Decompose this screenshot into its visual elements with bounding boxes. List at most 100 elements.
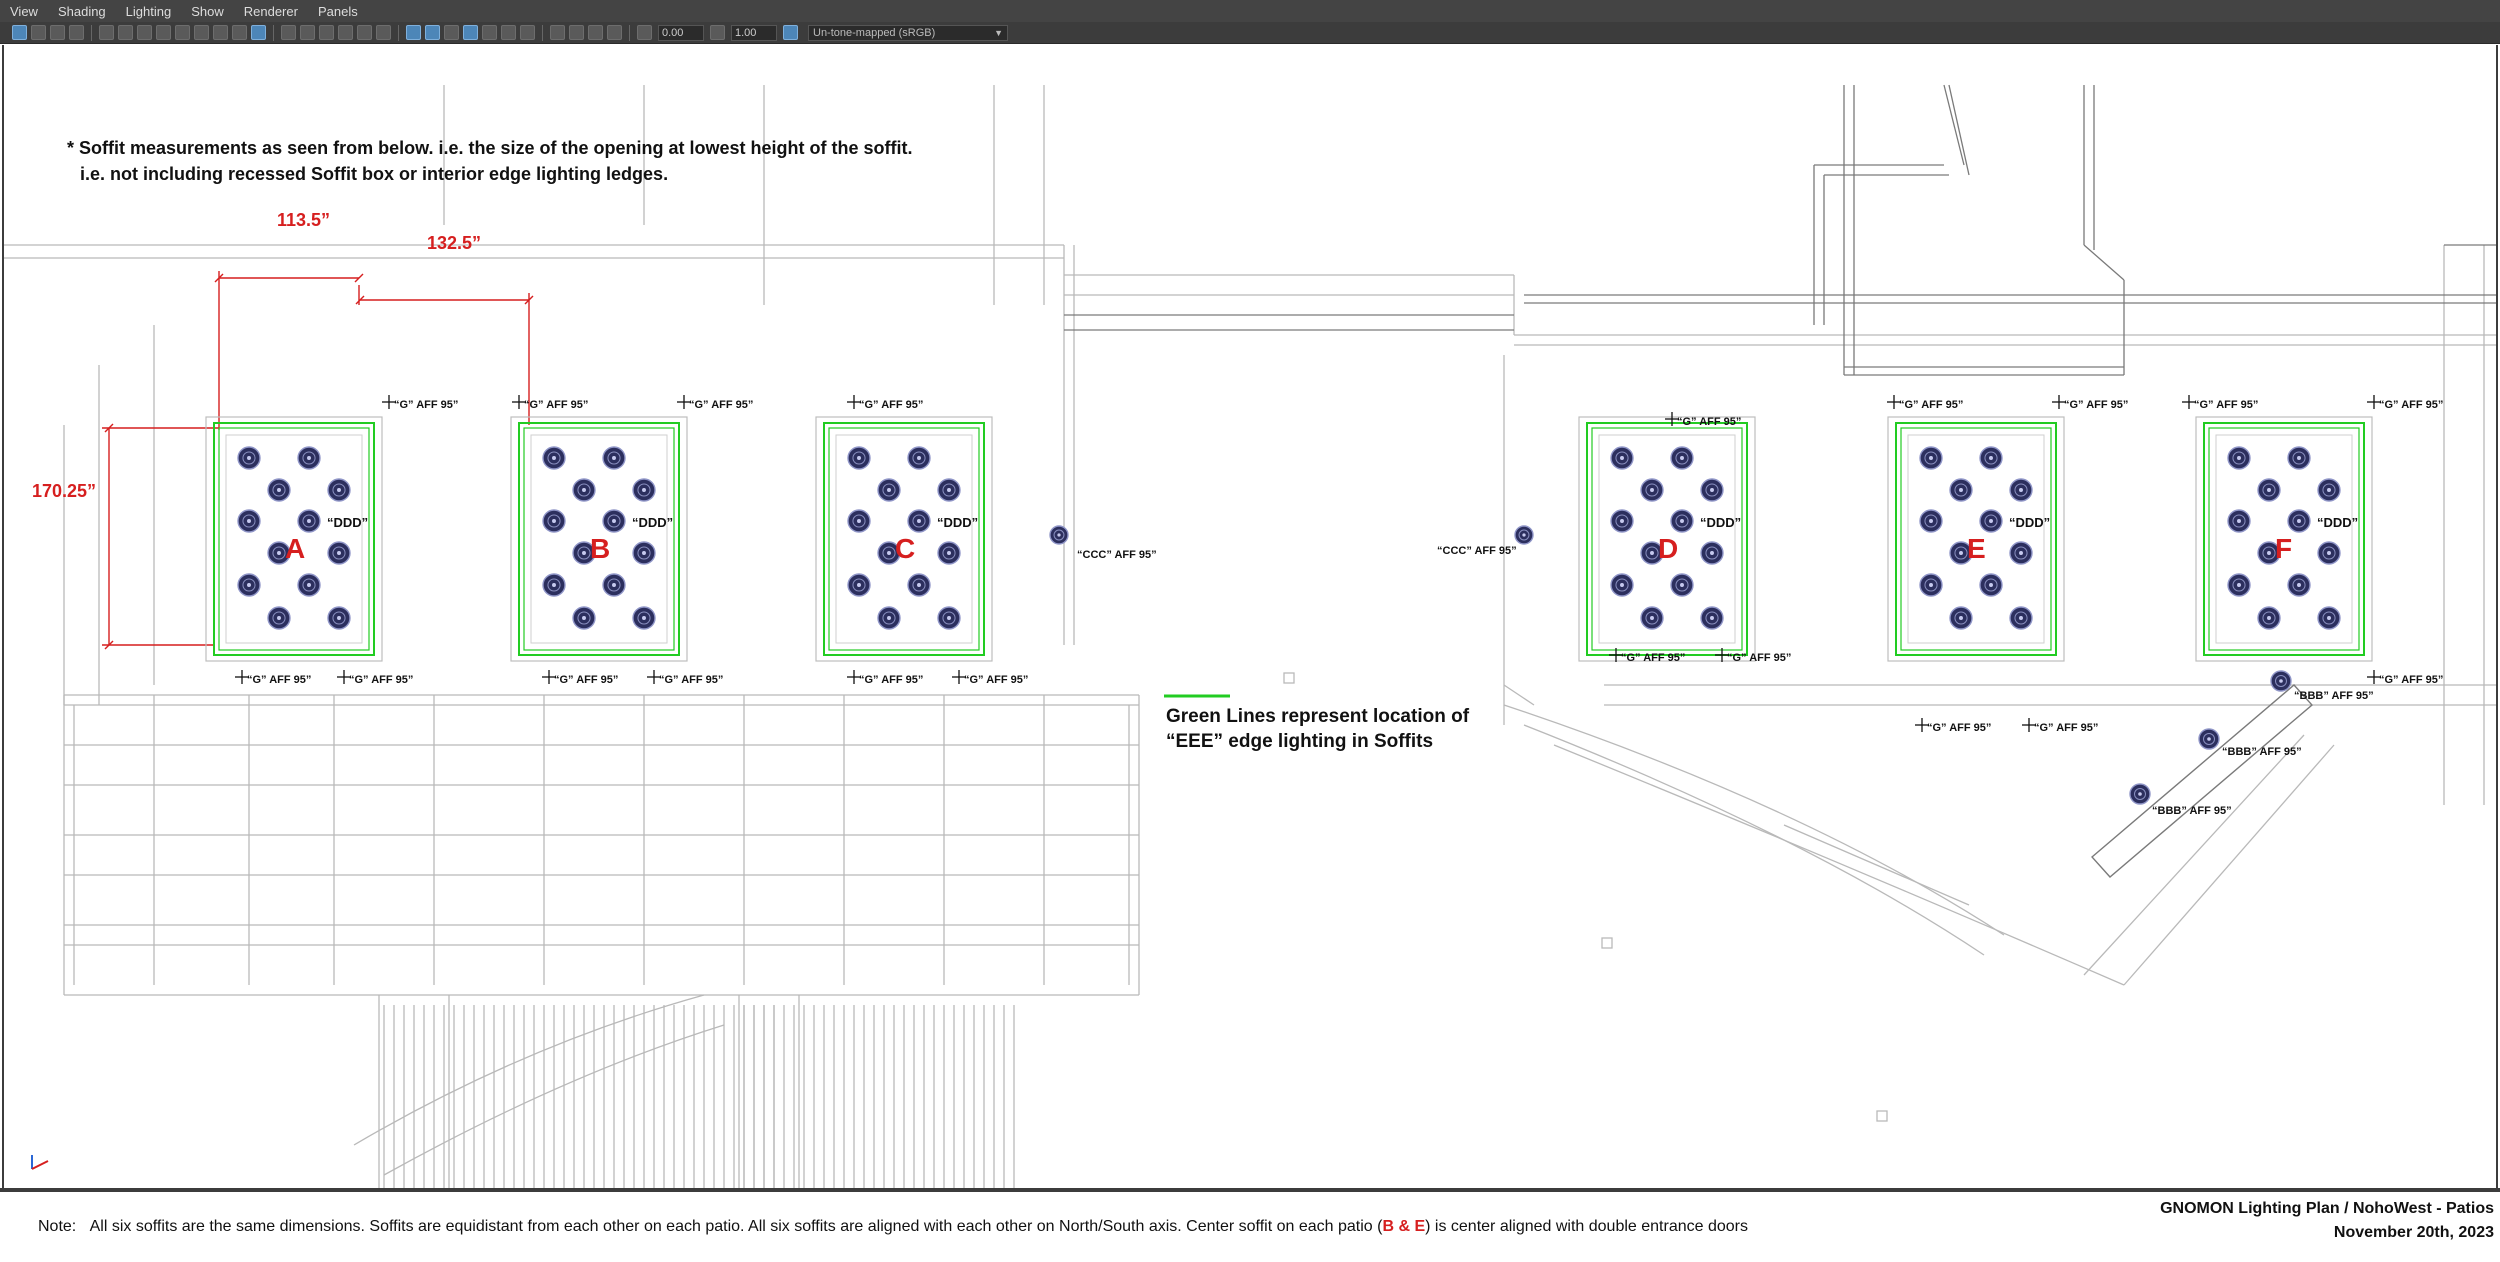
- light-fixture-icon: [2009, 606, 2033, 630]
- light-fixture-icon: [1610, 509, 1634, 533]
- color-management-icon[interactable]: [783, 25, 798, 40]
- light-fixture-icon: [2009, 478, 2033, 502]
- light-fixture-icon: [632, 606, 656, 630]
- g-fixture-label: “G” AFF 95”: [659, 674, 724, 686]
- soffit-letter: D: [1658, 533, 1679, 564]
- g-fixture-label: “G” AFF 95”: [394, 399, 459, 411]
- menu-shading[interactable]: Shading: [48, 4, 116, 19]
- light-fixture-icon: [327, 606, 351, 630]
- depth-of-field-icon[interactable]: [588, 25, 603, 40]
- dimension-width-label: 113.5”: [277, 210, 331, 230]
- light-fixture-icon: [937, 606, 961, 630]
- menu-lighting[interactable]: Lighting: [116, 4, 182, 19]
- soffit-letter: F: [2275, 533, 2293, 564]
- ddd-fixture-label: “DDD”: [2009, 515, 2051, 530]
- menu-show[interactable]: Show: [181, 4, 234, 19]
- light-fixture-icon: [1919, 446, 1943, 470]
- textured-icon[interactable]: [338, 25, 353, 40]
- use-lights-icon[interactable]: [357, 25, 372, 40]
- g-fixture-label: “G” AFF 95”: [2064, 399, 2129, 411]
- light-fixture-icon: [907, 509, 931, 533]
- ddd-fixture-label: “DDD”: [937, 515, 979, 530]
- ccc-fixture-label: “CCC” AFF 95”: [1077, 549, 1157, 561]
- gamma-icon[interactable]: [710, 25, 725, 40]
- wireframe-toggle-icon[interactable]: [406, 25, 421, 40]
- exposure-icon[interactable]: [637, 25, 652, 40]
- bbb-fixture-label: “BBB” AFF 95”: [2294, 690, 2374, 702]
- image-plane-icon[interactable]: [69, 25, 84, 40]
- gate-mask-icon[interactable]: [156, 25, 171, 40]
- light-fixture-icon: [542, 509, 566, 533]
- light-fixture-icon: [1949, 478, 1973, 502]
- light-fixture-icon: [1700, 606, 1724, 630]
- light-fixture-icon: [632, 541, 656, 565]
- soffit-letter: A: [285, 533, 306, 564]
- bookmark-icon[interactable]: [50, 25, 65, 40]
- gamma-field[interactable]: 1.00: [731, 24, 777, 41]
- light-fixture-icon: [237, 509, 261, 533]
- g-fixture-label: “G” AFF 95”: [554, 674, 619, 686]
- wireframe-on-shaded-icon[interactable]: [319, 25, 334, 40]
- soffit-letter: C: [895, 533, 916, 564]
- exposure-field[interactable]: 0.00: [658, 24, 704, 41]
- light-fixture-icon: [847, 573, 871, 597]
- ddd-fixture-label: “DDD”: [327, 515, 369, 530]
- film-gate-icon[interactable]: [118, 25, 133, 40]
- light-fixture-icon: [2287, 509, 2311, 533]
- viewport-panel[interactable]: * Soffit measurements as seen from below…: [2, 45, 2498, 1188]
- motion-blur-icon[interactable]: [550, 25, 565, 40]
- safe-action-icon[interactable]: [194, 25, 209, 40]
- light-fixture-icon: [847, 446, 871, 470]
- light-fixture-icon: [1919, 509, 1943, 533]
- g-fixture-label: “G” AFF 95”: [859, 674, 924, 686]
- light-fixture-icon: [2317, 478, 2341, 502]
- ddd-fixture-label: “DDD”: [632, 515, 674, 530]
- screen-space-ao-icon[interactable]: [520, 25, 535, 40]
- shadows-icon[interactable]: [376, 25, 391, 40]
- soffit-letter: E: [1967, 533, 1986, 564]
- soffits-layer: [205, 416, 2373, 662]
- light-fixture-icon: [602, 509, 626, 533]
- multisample-aa-icon[interactable]: [569, 25, 584, 40]
- menu-bar: View Shading Lighting Show Renderer Pane…: [0, 0, 2500, 22]
- menu-panels[interactable]: Panels: [308, 4, 368, 19]
- light-fixture-icon: [572, 606, 596, 630]
- grease-pencil-icon[interactable]: [251, 25, 266, 40]
- footer-note-text-2: ) is center aligned with double entrance…: [1425, 1218, 1748, 1235]
- bbb-fixture-label: “BBB” AFF 95”: [2222, 746, 2302, 758]
- isolate-select-icon[interactable]: [607, 25, 622, 40]
- safe-title-icon[interactable]: [213, 25, 228, 40]
- g-fixture-label: “G” AFF 95”: [2034, 722, 2099, 734]
- g-fixture-label: “G” AFF 95”: [247, 674, 312, 686]
- light-fixture-icon: [327, 541, 351, 565]
- light-fixture-icon: [1979, 573, 2003, 597]
- xray-joints-icon[interactable]: [482, 25, 497, 40]
- light-fixture-icon: [1919, 573, 1943, 597]
- pan-zoom-icon[interactable]: [232, 25, 247, 40]
- select-camera-icon[interactable]: [12, 25, 27, 40]
- light-fixture-icon: [2287, 573, 2311, 597]
- footer-bar: Note: All six soffits are the same dimen…: [0, 1188, 2500, 1262]
- plan-title: GNOMON Lighting Plan / NohoWest - Patios: [2160, 1200, 2494, 1217]
- camera-attributes-icon[interactable]: [31, 25, 46, 40]
- grid-icon[interactable]: [99, 25, 114, 40]
- menu-renderer[interactable]: Renderer: [234, 4, 308, 19]
- resolution-gate-icon[interactable]: [137, 25, 152, 40]
- default-material-icon[interactable]: [444, 25, 459, 40]
- toolbar-divider: [91, 24, 92, 41]
- wireframe-icon[interactable]: [281, 25, 296, 40]
- field-chart-icon[interactable]: [175, 25, 190, 40]
- xray-components-icon[interactable]: [501, 25, 516, 40]
- floor-plan-drawing: [4, 84, 2496, 1188]
- bbb-track: [2090, 684, 2314, 878]
- g-fixture-label: “G” AFF 95”: [2194, 399, 2259, 411]
- smooth-shade-toggle-icon[interactable]: [425, 25, 440, 40]
- g-fixture-label: “G” AFF 95”: [1677, 416, 1742, 428]
- view-transform-select[interactable]: Un-tone-mapped (sRGB) ▼: [808, 24, 1008, 41]
- toolbar-divider: [273, 24, 274, 41]
- menu-view[interactable]: View: [0, 4, 48, 19]
- soffit-letter: B: [590, 533, 611, 564]
- xray-icon[interactable]: [463, 25, 478, 40]
- light-fixture-icon: [1049, 525, 1069, 545]
- smooth-shade-icon[interactable]: [300, 25, 315, 40]
